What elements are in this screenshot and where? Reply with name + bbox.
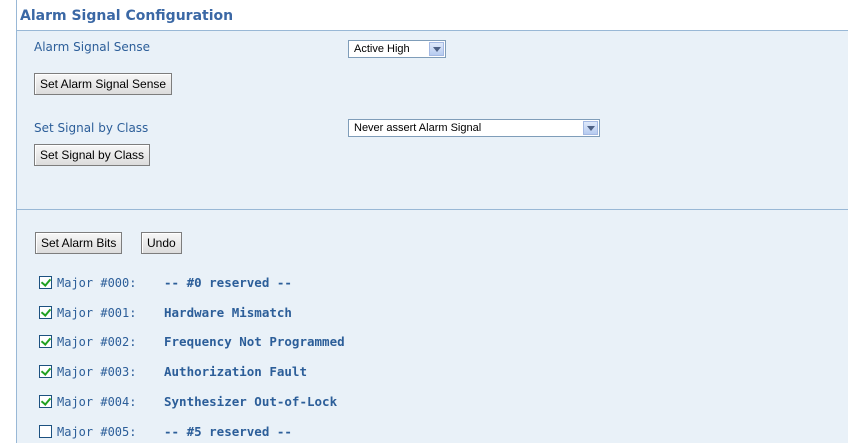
alarm-checkbox[interactable]	[39, 425, 52, 438]
alarm-checkbox[interactable]	[39, 276, 52, 289]
alarm-description: Frequency Not Programmed	[164, 334, 345, 349]
signal-by-class-select[interactable]: Never assert Alarm Signal	[348, 119, 600, 137]
alarm-checkbox[interactable]	[39, 335, 52, 348]
chevron-down-icon[interactable]	[429, 42, 444, 56]
set-alarm-signal-sense-button[interactable]: Set Alarm Signal Sense	[34, 73, 173, 95]
section-divider	[17, 209, 848, 210]
alarm-number: Major #004:	[57, 395, 137, 409]
alarm-number: Major #001:	[57, 306, 137, 320]
set-alarm-bits-button[interactable]: Set Alarm Bits	[35, 232, 123, 254]
undo-button[interactable]: Undo	[141, 232, 182, 254]
alarm-description: -- #0 reserved --	[164, 275, 292, 290]
alarm-description: Hardware Mismatch	[164, 305, 292, 320]
panel-header: Alarm Signal Configuration	[17, 0, 848, 31]
alarm-signal-sense-value: Active High	[354, 43, 410, 55]
alarm-number: Major #000:	[57, 276, 137, 290]
alarm-signal-sense-label: Alarm Signal Sense	[34, 40, 151, 54]
alarm-number: Major #005:	[57, 425, 137, 439]
alarm-checkbox[interactable]	[39, 365, 52, 378]
alarm-description: -- #5 reserved --	[164, 424, 292, 439]
set-signal-by-class-label: Set Signal by Class	[34, 121, 149, 135]
signal-by-class-value: Never assert Alarm Signal	[354, 122, 482, 134]
chevron-down-icon[interactable]	[583, 121, 598, 135]
panel-title: Alarm Signal Configuration	[20, 8, 234, 24]
alarm-description: Synthesizer Out-of-Lock	[164, 394, 338, 409]
alarm-config-panel: Alarm Signal Configuration Alarm Signal …	[16, 0, 848, 443]
set-signal-by-class-button[interactable]: Set Signal by Class	[34, 144, 151, 166]
alarm-description: Authorization Fault	[164, 364, 307, 379]
alarm-signal-sense-select[interactable]: Active High	[348, 40, 446, 58]
alarm-number: Major #002:	[57, 335, 137, 349]
alarm-checkbox[interactable]	[39, 395, 52, 408]
alarm-number: Major #003:	[57, 365, 137, 379]
alarm-checkbox[interactable]	[39, 306, 52, 319]
